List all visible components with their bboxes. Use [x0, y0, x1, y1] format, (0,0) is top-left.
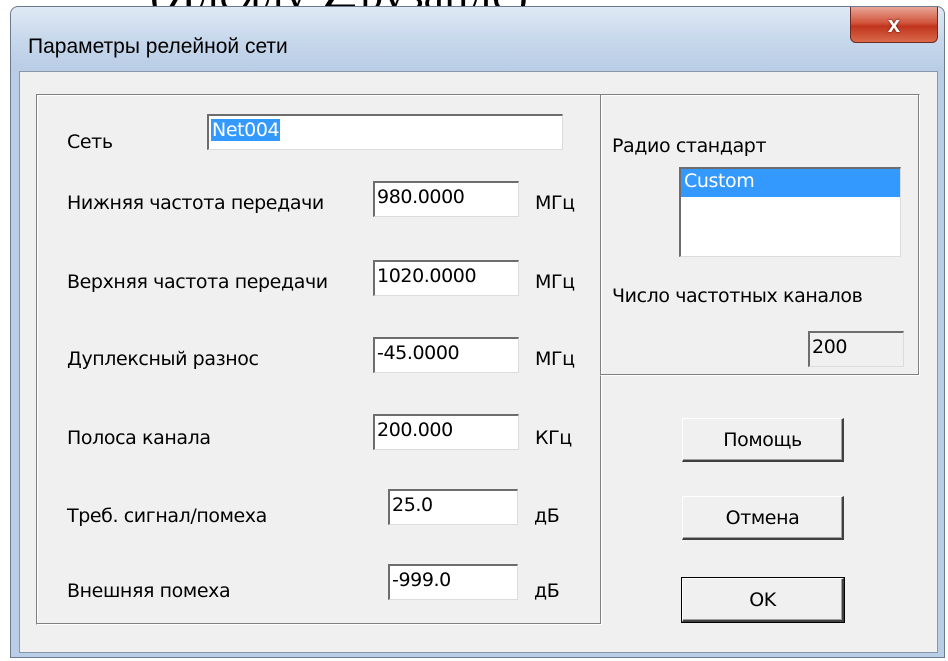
- duplex-spacing-unit: МГц: [535, 348, 575, 370]
- tx-low-freq-unit: МГц: [535, 192, 575, 214]
- radio-standard-label: Радио стандарт: [612, 135, 767, 157]
- radio-standard-option-selected[interactable]: Custom: [681, 169, 900, 197]
- network-name-input[interactable]: Net004: [207, 114, 563, 150]
- channel-count-input[interactable]: 200: [808, 331, 904, 367]
- channel-count-label: Число частотных каналов: [612, 285, 863, 307]
- radio-standard-listbox[interactable]: Custom: [679, 167, 901, 257]
- tx-high-freq-label: Верхняя частота передачи: [67, 271, 328, 293]
- required-snr-unit: дБ: [534, 505, 560, 527]
- network-name-value: Net004: [211, 119, 281, 141]
- cancel-button[interactable]: Отмена: [682, 496, 844, 540]
- tx-high-freq-unit: МГц: [535, 271, 575, 293]
- channel-bandwidth-input[interactable]: 200.000: [373, 414, 519, 450]
- tx-low-freq-label: Нижняя частота передачи: [67, 192, 324, 214]
- network-label: Сеть: [67, 131, 113, 153]
- close-icon: x: [887, 11, 901, 37]
- duplex-spacing-input[interactable]: -45.0000: [373, 337, 519, 373]
- tx-low-freq-input[interactable]: 980.0000: [373, 181, 519, 217]
- radio-standard-group: Радио стандарт Custom Число частотных ка…: [600, 94, 920, 376]
- dialog-title: Параметры релейной сети: [28, 35, 288, 58]
- tx-high-freq-input[interactable]: 1020.0000: [373, 260, 519, 296]
- channel-bandwidth-label: Полоса канала: [67, 427, 211, 449]
- external-interference-unit: дБ: [534, 580, 560, 602]
- dialog-window: Параметры релейной сети x Сеть Net004 Ни…: [10, 6, 945, 658]
- required-snr-label: Треб. сигнал/помеха: [67, 505, 267, 527]
- network-params-group: Сеть Net004 Нижняя частота передачи 980.…: [36, 94, 602, 625]
- external-interference-input[interactable]: -999.0: [388, 564, 518, 600]
- duplex-spacing-label: Дуплексный разнос: [67, 348, 259, 370]
- ok-button[interactable]: OK: [681, 577, 845, 623]
- close-button[interactable]: x: [850, 7, 938, 43]
- channel-bandwidth-unit: КГц: [535, 427, 572, 449]
- external-interference-label: Внешняя помеха: [67, 580, 231, 602]
- help-button[interactable]: Помощь: [682, 418, 844, 462]
- dialog-client-area: Сеть Net004 Нижняя частота передачи 980.…: [19, 71, 938, 653]
- required-snr-input[interactable]: 25.0: [388, 489, 518, 525]
